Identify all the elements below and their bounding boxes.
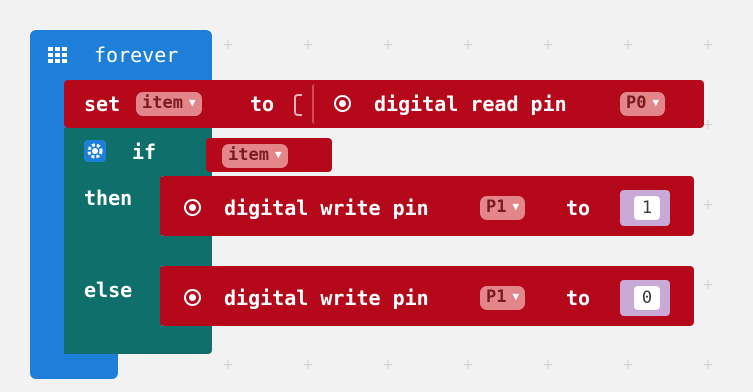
grid-mark: + (622, 37, 634, 53)
digital-write-label: digital write pin (224, 196, 429, 220)
condition-variable-dropdown[interactable]: item ▼ (222, 144, 288, 168)
digital-write-then-block[interactable]: digital write pin P1 ▼ to 1 (160, 176, 694, 236)
grid-mark: + (702, 357, 714, 373)
caret-down-icon: ▼ (274, 148, 282, 161)
digital-read-block[interactable]: digital read pin P0 ▼ (312, 84, 698, 124)
blocks-workspace[interactable]: + + + + + + + + + + + + + + + + + foreve… (0, 0, 753, 392)
else-divider[interactable] (64, 236, 212, 266)
forever-label: forever (94, 43, 179, 67)
value-input[interactable]: 1 (634, 196, 660, 220)
grid-mark: + (222, 37, 234, 53)
caret-down-icon: ▼ (188, 96, 196, 109)
number-slot: 0 (620, 280, 670, 316)
write-pin-value: P1 (486, 287, 507, 307)
then-label: then (84, 186, 133, 210)
digital-write-else-block[interactable]: digital write pin P1 ▼ to 0 (160, 266, 694, 326)
write-pin-value: P1 (486, 197, 507, 217)
condition-variable-value: item (228, 145, 269, 165)
write-to-label: to (566, 286, 591, 310)
grid-mark: + (382, 37, 394, 53)
else-label: else (84, 278, 133, 302)
write-pin-dropdown[interactable]: P1 ▼ (480, 196, 526, 220)
grid-mark: + (222, 357, 234, 373)
radio-target-icon (184, 289, 201, 306)
grid-mark: + (382, 357, 394, 373)
if-block-footer[interactable] (64, 326, 212, 354)
grid-mark: + (702, 197, 714, 213)
set-variable-block[interactable]: set item ▼ to digital read pin P0 ▼ (64, 80, 704, 128)
gear-icon[interactable] (84, 140, 106, 162)
write-to-label: to (566, 196, 591, 220)
condition-variable-block[interactable]: item ▼ (206, 138, 332, 172)
grid-mark: + (462, 357, 474, 373)
read-pin-dropdown[interactable]: P0 ▼ (620, 92, 666, 116)
grid-mark: + (702, 277, 714, 293)
grid-mark: + (302, 357, 314, 373)
write-pin-dropdown[interactable]: P1 ▼ (480, 286, 526, 310)
grid-icon (48, 47, 68, 64)
grid-mark: + (702, 37, 714, 53)
number-slot: 1 (620, 190, 670, 226)
radio-target-icon (184, 199, 201, 216)
variable-dropdown-value: item (142, 93, 183, 113)
digital-read-label: digital read pin (374, 92, 567, 116)
value-socket (294, 94, 302, 116)
grid-mark: + (622, 357, 634, 373)
set-label: set (84, 92, 121, 116)
if-label: if (132, 140, 157, 164)
caret-down-icon: ▼ (512, 290, 520, 303)
grid-mark: + (542, 37, 554, 53)
caret-down-icon: ▼ (512, 200, 520, 213)
grid-mark: + (542, 357, 554, 373)
read-pin-value: P0 (626, 93, 647, 113)
radio-target-icon (334, 95, 351, 112)
grid-mark: + (302, 37, 314, 53)
grid-mark: + (462, 37, 474, 53)
set-to-label: to (250, 92, 275, 116)
value-input[interactable]: 0 (634, 286, 660, 310)
forever-block-arm[interactable] (30, 78, 68, 348)
variable-dropdown[interactable]: item ▼ (136, 92, 202, 116)
digital-write-label: digital write pin (224, 286, 429, 310)
caret-down-icon: ▼ (652, 96, 660, 109)
